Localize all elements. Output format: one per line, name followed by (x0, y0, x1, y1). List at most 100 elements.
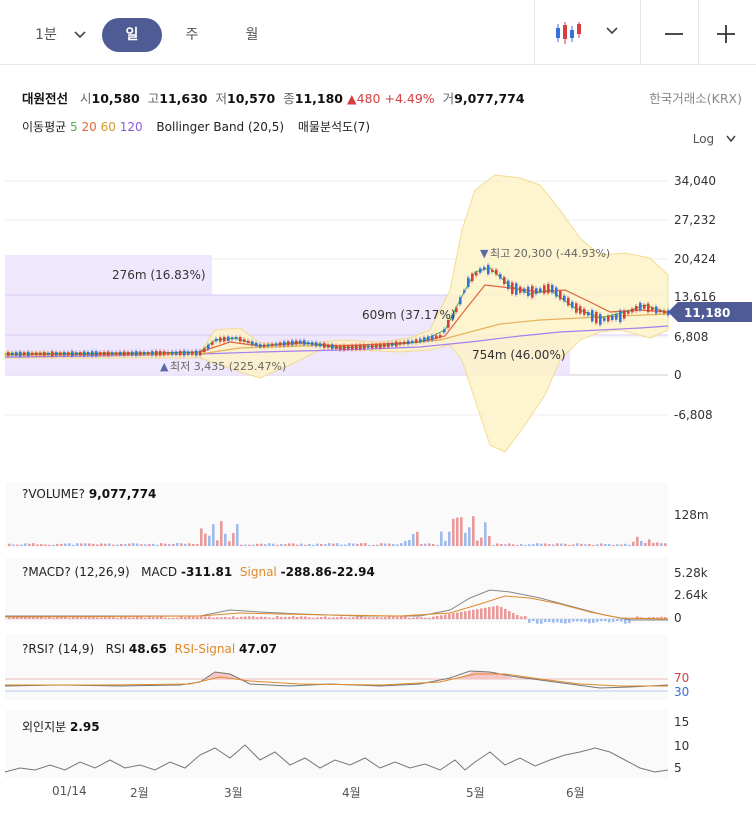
volume-bar (428, 543, 431, 546)
foreign-ownership-panel[interactable]: 15 10 5 (0, 710, 756, 780)
candle (279, 342, 282, 346)
volume-bar (52, 544, 55, 546)
macd-bar (612, 619, 615, 622)
candle (259, 344, 262, 348)
macd-bar (52, 617, 55, 619)
macd-bar (380, 617, 383, 619)
candle (291, 340, 294, 346)
macd-bar (476, 609, 479, 619)
ma-label[interactable]: 이동평균 (22, 120, 66, 134)
volume-bar (292, 543, 295, 546)
candle (367, 345, 370, 348)
tab-month[interactable]: 월 (232, 18, 272, 52)
chevron-down-icon[interactable] (74, 30, 86, 40)
macd-bar (372, 617, 375, 619)
candle (339, 345, 342, 350)
candle (67, 352, 70, 356)
foreign-value: 2.95 (70, 720, 100, 734)
volume-bar (96, 544, 99, 546)
volume-bar (620, 544, 623, 546)
candle (243, 339, 246, 342)
volume-bar (316, 543, 319, 546)
volume-bar (356, 543, 359, 546)
volume-bar (592, 544, 595, 546)
volume-bar (548, 544, 551, 546)
macd-bar (236, 617, 239, 619)
candle (283, 341, 286, 346)
exchange-label: 한국거래소(KRX) (649, 91, 742, 106)
volume-bar (380, 543, 383, 546)
candle (539, 288, 542, 292)
macd-bar (256, 617, 259, 619)
candle (459, 297, 462, 305)
candle (59, 352, 62, 356)
macd-bar (252, 616, 255, 619)
macd-bar (232, 616, 235, 619)
candle (103, 351, 106, 356)
macd-bar (240, 616, 243, 619)
candle (651, 307, 654, 311)
volume-bar (472, 516, 475, 546)
candle (615, 314, 618, 320)
volume-bar (528, 544, 531, 546)
period-1min[interactable]: 1분 (24, 18, 68, 52)
candle (327, 344, 330, 348)
volume-bar (276, 544, 279, 546)
macd-bar (168, 617, 171, 619)
candle (7, 352, 10, 356)
macd-title: ?MACD? (12,26,9) (22, 565, 130, 579)
volume-bar (120, 543, 123, 546)
volume-bar (480, 537, 483, 546)
volume-bar (660, 543, 663, 546)
zoom-in-icon[interactable] (716, 24, 736, 44)
candle (267, 344, 270, 347)
macd-bar (8, 617, 11, 619)
tab-week[interactable]: 주 (172, 18, 212, 52)
stock-name: 대원전선 (22, 91, 69, 106)
macd-bar (104, 617, 107, 619)
volume-profile-label[interactable]: 매물분석도(7) (298, 120, 370, 134)
volume-bar (460, 517, 463, 546)
candle (323, 343, 326, 348)
log-scale-toggle[interactable]: Log (693, 132, 736, 146)
volume-bar (436, 544, 439, 546)
macd-bar (184, 617, 187, 619)
candle (275, 343, 278, 346)
volume-bar (320, 543, 323, 546)
price-axis-label: 34,040 (674, 174, 716, 188)
chevron-down-icon[interactable] (606, 26, 618, 36)
candle (563, 295, 566, 302)
price-chart[interactable]: 34,040 27,232 20,424 13,616 6,808 0 -6,8… (0, 160, 756, 480)
candle (295, 340, 298, 345)
volume-bar (256, 543, 259, 546)
volume-bar (616, 544, 619, 546)
volume-legend: ?VOLUME? 9,077,774 (22, 487, 156, 501)
volume-bar (416, 531, 419, 546)
candle (463, 290, 466, 293)
tab-day[interactable]: 일 (102, 18, 162, 52)
candle (219, 337, 222, 342)
volume-bar (476, 540, 479, 546)
macd-bar (228, 617, 231, 619)
candle (559, 291, 562, 300)
volume-bar (196, 544, 199, 546)
macd-label: MACD (141, 565, 178, 579)
macd-bar (244, 616, 247, 619)
zoom-out-icon[interactable] (664, 24, 684, 44)
rsi-value: 48.65 (128, 642, 167, 656)
macd-bar (500, 607, 503, 619)
volume-bar (412, 533, 415, 546)
volume-bar (148, 544, 151, 546)
candlestick-chart-type-icon[interactable] (554, 20, 584, 46)
volume-bar (432, 543, 435, 546)
volume-bar (68, 543, 71, 546)
candle (635, 305, 638, 312)
candle (163, 351, 166, 356)
macd-bar (376, 617, 379, 619)
divider (640, 0, 641, 65)
candle (427, 336, 430, 341)
volume-bar (440, 531, 443, 546)
macd-bar (400, 616, 403, 619)
bollinger-label[interactable]: Bollinger Band (20,5) (156, 120, 284, 134)
volume-bar (8, 543, 11, 546)
